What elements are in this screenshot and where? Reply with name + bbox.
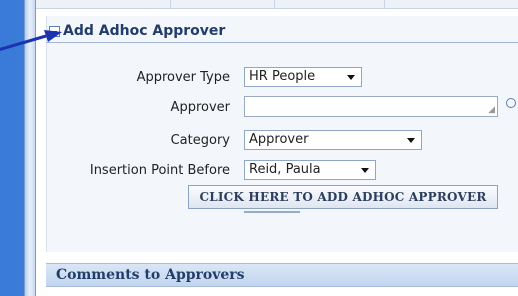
comments-title: Comments to Approvers	[56, 267, 245, 283]
add-adhoc-approver-button[interactable]: CLICK HERE TO ADD ADHOC APPROVER	[188, 185, 498, 209]
insertion-point-label: Insertion Point Before	[89, 163, 230, 178]
insertion-point-select[interactable]: Reid, Paula	[244, 160, 376, 180]
chevron-down-icon	[347, 75, 355, 80]
approver-type-select[interactable]: HR People	[244, 67, 362, 87]
approver-type-label: Approver Type	[136, 70, 230, 85]
insertion-point-value: Reid, Paula	[249, 162, 321, 177]
approver-input[interactable]: ◢	[244, 96, 498, 117]
resize-grip-icon[interactable]: ◢	[488, 106, 495, 115]
category-label: Category	[170, 133, 230, 148]
approver-type-value: HR People	[249, 69, 316, 84]
comments-section-header: Comments to Approvers	[46, 263, 518, 287]
search-icon[interactable]	[506, 98, 516, 108]
section-header: Add Adhoc Approver	[46, 22, 518, 43]
approver-label: Approver	[170, 100, 230, 115]
annotation-arrow-icon	[0, 30, 62, 51]
category-value: Approver	[249, 132, 309, 147]
top-strip	[36, 0, 518, 9]
chevron-down-icon	[361, 168, 369, 173]
category-select[interactable]: Approver	[244, 130, 422, 150]
section-title: Add Adhoc Approver	[63, 23, 226, 39]
chevron-down-icon	[407, 138, 415, 143]
button-shadow	[244, 211, 300, 213]
